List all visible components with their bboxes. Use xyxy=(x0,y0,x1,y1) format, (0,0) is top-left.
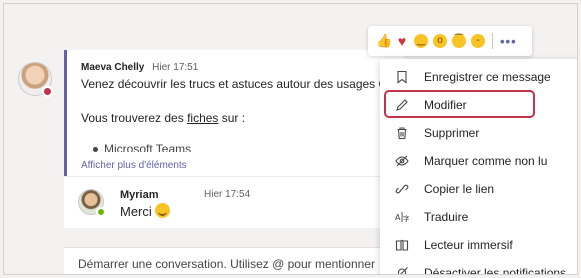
available-presence-icon xyxy=(96,207,106,217)
bullet-text: Microsoft Teams xyxy=(104,142,192,152)
reply-time: Hier 17:54 xyxy=(204,189,251,200)
trash-icon xyxy=(394,125,410,141)
menu-item-label: Supprimer xyxy=(424,126,480,140)
immersive-reader-icon xyxy=(394,237,410,253)
reaction-bar: 👍 ♥ ‿ o ⁀ - ••• xyxy=(368,26,532,56)
menu-item-label: Désactiver les notifications xyxy=(424,266,567,275)
divider xyxy=(492,33,493,49)
message-text: Vous trouverez des xyxy=(81,111,188,125)
reply-message[interactable]: Myriam Hier 17:54 Merci xyxy=(64,176,404,228)
reply-text-line: Merci xyxy=(120,203,170,219)
bullet-icon xyxy=(93,147,98,152)
menu-item-translate[interactable]: A字 Traduire xyxy=(380,203,577,231)
menu-item-copy-link[interactable]: Copier le lien xyxy=(380,175,577,203)
message-author: Maeva Chelly xyxy=(81,62,145,73)
message-text-line: Vous trouverez des fiches sur : xyxy=(81,111,245,125)
message-text-line: Venez découvrir les trucs et astuces aut… xyxy=(81,77,388,91)
menu-item-label: Marquer comme non lu xyxy=(424,154,548,168)
message-card[interactable]: Maeva Chelly Hier 17:51 Venez découvrir … xyxy=(64,50,404,176)
menu-item-label: Copier le lien xyxy=(424,182,495,196)
menu-item-mark-unread[interactable]: Marquer comme non lu xyxy=(380,147,577,175)
menu-item-label: Lecteur immersif xyxy=(424,238,513,252)
angry-icon[interactable]: - xyxy=(471,34,485,48)
compose-placeholder: Démarrer une conversation. Utilisez @ po… xyxy=(78,257,375,271)
fiches-link[interactable]: fiches xyxy=(187,111,218,125)
svg-text:字: 字 xyxy=(403,214,409,223)
menu-item-turn-off-notifications[interactable]: Désactiver les notifications xyxy=(380,259,577,275)
reply-author: Myriam xyxy=(120,189,159,201)
compose-box[interactable]: Démarrer une conversation. Utilisez @ po… xyxy=(64,247,404,274)
like-icon[interactable]: 👍 xyxy=(376,34,392,48)
sad-icon[interactable]: ⁀ xyxy=(452,34,466,48)
reply-text: Merci xyxy=(120,204,152,219)
message-time: Hier 17:51 xyxy=(152,62,199,73)
link-icon xyxy=(394,181,410,197)
message-header: Maeva Chelly Hier 17:51 xyxy=(81,62,198,73)
highlight-outline xyxy=(384,90,535,118)
menu-item-save-message[interactable]: Enregistrer ce message xyxy=(380,63,577,91)
teams-channel-view: Maeva Chelly Hier 17:51 Venez découvrir … xyxy=(3,3,578,275)
menu-item-immersive-reader[interactable]: Lecteur immersif xyxy=(380,231,577,259)
bookmark-icon xyxy=(394,69,410,85)
bell-off-icon xyxy=(394,265,410,274)
smile-emoji-icon xyxy=(154,203,170,218)
message-bullet-item: Microsoft Teams xyxy=(93,142,191,152)
svg-text:A: A xyxy=(395,213,401,222)
laugh-icon[interactable]: ‿ xyxy=(414,34,428,48)
message-text: sur : xyxy=(218,111,246,125)
menu-item-label: Traduire xyxy=(424,210,469,224)
heart-icon[interactable]: ♥ xyxy=(395,34,409,48)
menu-item-delete[interactable]: Supprimer xyxy=(380,119,577,147)
menu-item-label: Enregistrer ce message xyxy=(424,70,551,84)
translate-icon: A字 xyxy=(394,209,410,225)
show-more-link[interactable]: Afficher plus d'éléments xyxy=(81,160,187,171)
surprised-icon[interactable]: o xyxy=(433,34,447,48)
author-avatar[interactable] xyxy=(18,62,53,97)
busy-presence-icon xyxy=(42,86,53,97)
eye-off-icon xyxy=(394,153,410,169)
more-options-button[interactable]: ••• xyxy=(500,34,517,49)
